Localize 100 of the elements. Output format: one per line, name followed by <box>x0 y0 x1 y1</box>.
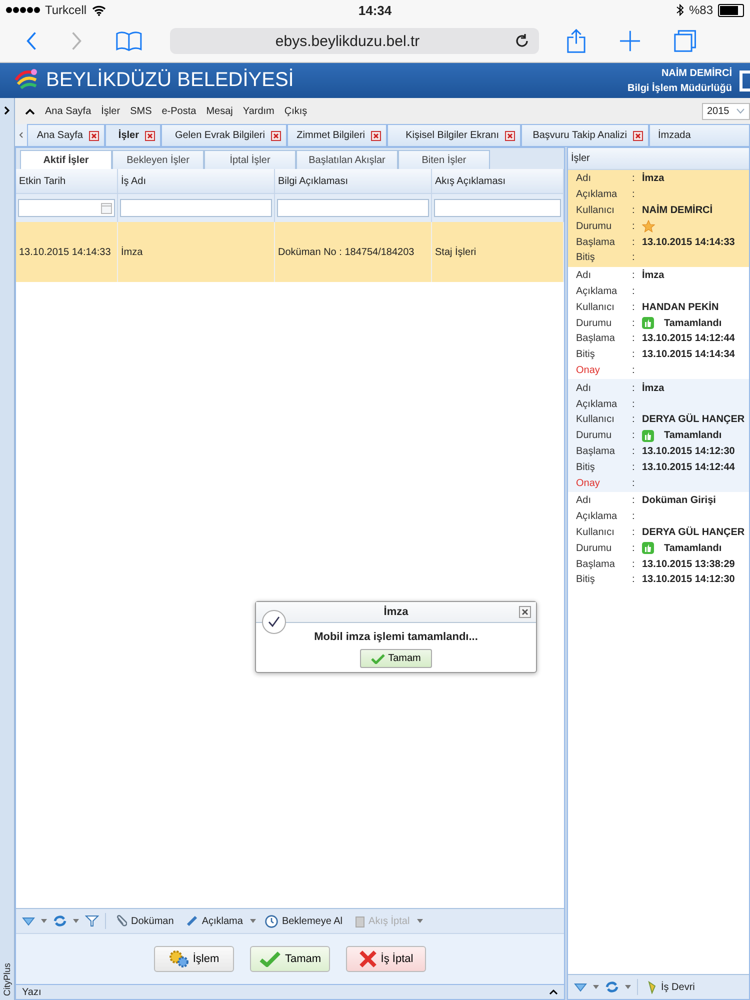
separator: : <box>632 173 636 184</box>
chevron-icon[interactable] <box>4 106 10 115</box>
refresh-icon[interactable] <box>605 981 619 993</box>
close-icon[interactable] <box>89 130 99 140</box>
caret-icon[interactable] <box>41 919 47 923</box>
action-button[interactable]: İşlem <box>154 946 234 972</box>
caret-icon[interactable] <box>736 108 745 114</box>
filter-field[interactable] <box>120 199 272 217</box>
bottom-panel-bar[interactable]: Yazı <box>16 984 564 999</box>
gears-icon[interactable] <box>168 950 189 968</box>
forward-icon[interactable] <box>71 31 82 51</box>
paperclip-icon[interactable] <box>115 914 127 928</box>
caret-icon[interactable] <box>250 919 256 923</box>
field-value: 13.10.2015 14:14:34 <box>642 349 735 360</box>
panel-header: İşler <box>568 148 749 170</box>
field-value: Tamamlandı <box>664 542 722 554</box>
side-strip[interactable]: CityPlus <box>0 98 15 1000</box>
close-icon[interactable] <box>633 130 643 140</box>
calendar-icon[interactable] <box>101 202 112 214</box>
share-icon[interactable] <box>567 28 586 54</box>
menu-item[interactable]: Ana Sayfa <box>45 106 92 116</box>
tab[interactable]: İşler <box>105 124 161 146</box>
menu-item[interactable]: Çıkış <box>284 106 308 116</box>
department-name: Bilgi İşlem Müdürlüğü <box>628 82 732 94</box>
menu-item[interactable]: Mesaj <box>206 106 233 116</box>
sub-tab[interactable]: Bekleyen İşler <box>112 150 204 169</box>
toolbar-button[interactable]: İş Devri <box>644 980 698 994</box>
address-bar[interactable]: ebys.beylikduzu.bel.tr <box>170 28 540 54</box>
panel-title: Yazı <box>22 986 42 998</box>
ok-button[interactable]: Tamam <box>360 649 432 668</box>
sub-tab[interactable]: Aktif İşler <box>20 150 112 169</box>
separator: : <box>632 204 636 216</box>
reload-icon[interactable] <box>515 34 530 48</box>
bluetooth-icon <box>676 4 684 16</box>
filter-icon[interactable] <box>85 915 99 927</box>
history-entry[interactable]: Adı : İmza Açıklama : Kullanıcı : NAİM DEMİRCİ Durumu : Başlama : 13.10.2015 14:14:33 Bitiş : <box>568 170 749 267</box>
sub-tab[interactable]: Başlatılan Akışlar <box>296 150 398 169</box>
collapse-icon[interactable] <box>25 108 35 114</box>
history-entry[interactable]: Adı : İmza Açıklama : Kullanıcı : HANDAN PEKİN Durumu : Tamamlandı Başlama : 13.10.2015 14:12:44 Bitiş : 13.10.2015 14:14:34 Onay : <box>568 266 749 380</box>
close-icon[interactable] <box>371 130 381 140</box>
menu-item[interactable]: e-Posta <box>162 106 196 116</box>
sub-tab[interactable]: İptal İşler <box>204 150 296 169</box>
date-filter-field[interactable] <box>18 199 115 217</box>
tab[interactable]: Başvuru Takip Analizi <box>521 124 649 146</box>
user-name: NAİM DEMİRCİ <box>661 68 732 78</box>
field-value: DERYA GÜL HANÇER <box>642 526 745 538</box>
clock-icon[interactable] <box>264 914 278 928</box>
close-icon[interactable] <box>505 130 515 140</box>
bookmarks-icon[interactable] <box>116 30 142 52</box>
logout-icon[interactable] <box>738 70 750 92</box>
tabs-icon[interactable] <box>674 29 696 53</box>
close-icon[interactable] <box>519 606 531 618</box>
back-icon[interactable] <box>26 31 38 51</box>
column-header[interactable]: Akış Açıklaması <box>432 169 564 194</box>
caret-icon[interactable] <box>625 985 631 989</box>
close-icon[interactable] <box>145 130 155 140</box>
field-label: Başlama <box>576 446 616 457</box>
table-cell: Staj İşleri <box>432 222 564 282</box>
plus-icon[interactable] <box>620 30 640 52</box>
menu-item[interactable]: Yardım <box>242 106 274 116</box>
year-dropdown[interactable]: 2015 <box>702 102 750 120</box>
pencil-icon[interactable] <box>186 915 198 927</box>
scroll-left-button[interactable] <box>15 124 27 146</box>
tab[interactable]: İmzada <box>649 124 750 146</box>
menu-item[interactable]: SMS <box>130 106 152 116</box>
dialog-title: İmza <box>384 606 408 618</box>
toolbar-button[interactable]: Doküman <box>112 914 177 928</box>
separator: : <box>632 574 636 586</box>
column-header[interactable]: Bilgi Açıklaması <box>275 169 432 194</box>
close-icon[interactable] <box>271 130 281 140</box>
cross-icon[interactable] <box>358 950 377 968</box>
field-value: Doküman Girişi <box>642 495 716 506</box>
history-entry[interactable]: Adı : İmza Açıklama : Kullanıcı : DERYA GÜL HANÇER Durumu : Tamamlandı Başlama : 13.10.2015 14:12:30 Bitiş : 13.10.2015 14:12:44 Onay : <box>568 379 749 492</box>
caret-icon[interactable] <box>593 985 599 989</box>
refresh-icon[interactable] <box>53 915 67 927</box>
arrow-down-icon[interactable] <box>22 916 35 926</box>
tab[interactable]: Gelen Evrak Bilgileri <box>161 124 287 146</box>
field-value: İmza <box>642 382 664 394</box>
tab[interactable]: Zimmet Bilgileri <box>287 124 387 146</box>
arrow-down-icon[interactable] <box>574 982 587 992</box>
filter-field[interactable] <box>434 199 561 217</box>
filter-field[interactable] <box>277 199 429 217</box>
separator: : <box>632 333 636 344</box>
toolbar-button[interactable]: Beklemeye Al <box>262 914 346 928</box>
menu-item[interactable]: İşler <box>101 106 120 116</box>
check-icon[interactable] <box>258 951 281 967</box>
action-button[interactable]: Tamam <box>250 946 330 972</box>
column-header[interactable]: Etkin Tarih <box>16 169 118 194</box>
tab[interactable]: Kişisel Bilgiler Ekranı <box>387 124 521 146</box>
column-header[interactable]: İş Adı <box>118 169 275 194</box>
tab[interactable]: Ana Sayfa <box>27 124 105 146</box>
field-value: HANDAN PEKİN <box>642 302 719 313</box>
toolbar-button[interactable]: Açıklama <box>182 915 246 927</box>
caret-icon[interactable] <box>73 919 79 923</box>
action-button[interactable]: İş İptal <box>346 946 426 972</box>
sub-tab[interactable]: Biten İşler <box>398 150 490 169</box>
field-value: 13.10.2015 14:12:44 <box>642 462 735 473</box>
separator: : <box>632 511 636 522</box>
check-icon[interactable] <box>371 654 386 664</box>
expand-icon[interactable] <box>549 989 558 995</box>
